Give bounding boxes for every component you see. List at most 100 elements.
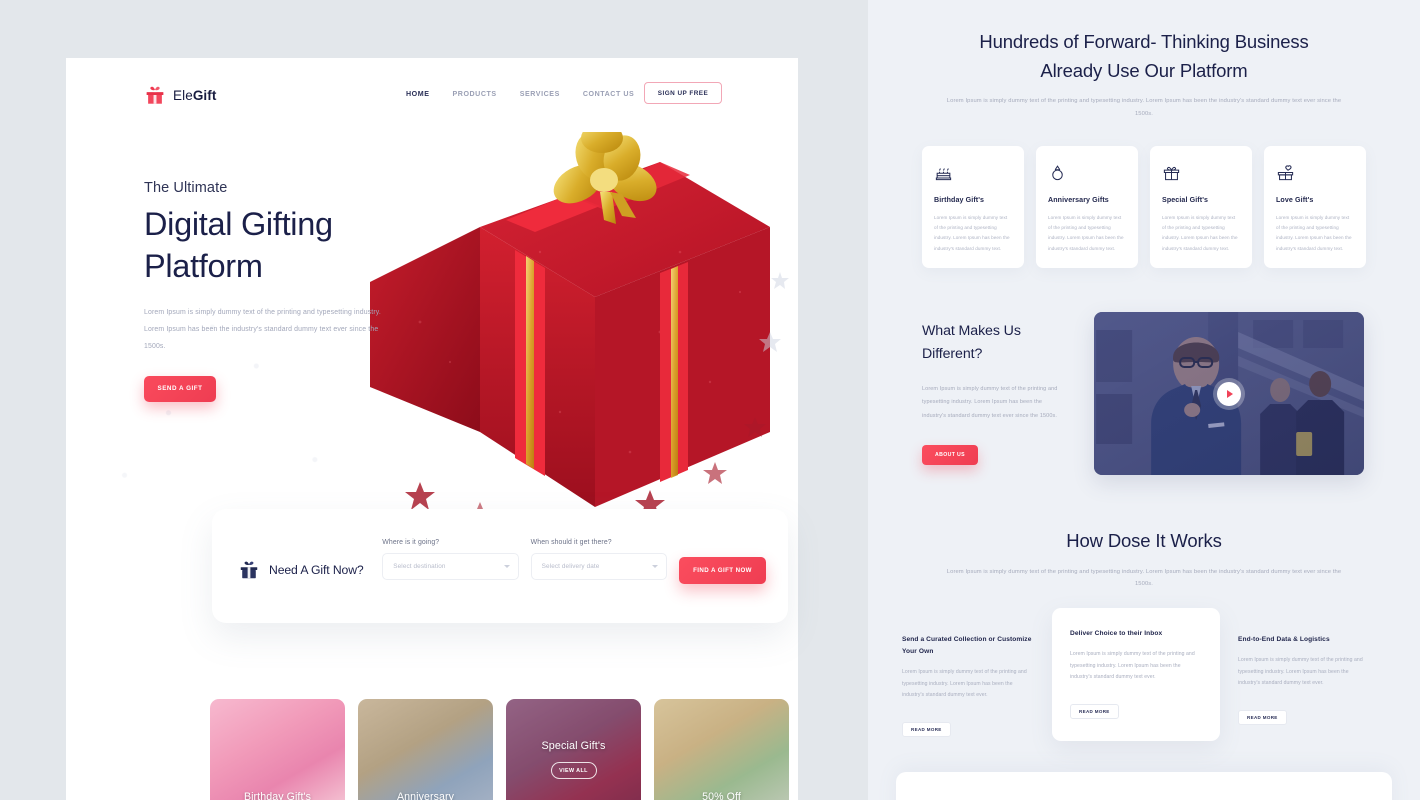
different-title-line-2: Different? (922, 346, 983, 363)
app-screen: EleGift HOME PRODUCTS SERVICES CONTACT U… (0, 0, 1420, 800)
play-button[interactable] (1216, 381, 1241, 406)
category-label: 50% Off (702, 791, 741, 800)
chevron-down-icon (503, 565, 510, 568)
birthday-cake-icon (934, 163, 1012, 184)
feature-title: Love Gift's (1276, 195, 1314, 204)
read-more-button[interactable]: READ MORE (902, 721, 951, 737)
view-all-button[interactable]: VIEW ALL (550, 762, 597, 779)
how-it-works-section: How Dose It Works Lorem Ipsum is simply … (868, 527, 1420, 753)
brand-name: EleGift (173, 87, 217, 103)
find-a-gift-now-button[interactable]: FIND A GIFT NOW (679, 557, 766, 584)
different-copy: What Makes Us Different? Lorem Ipsum is … (922, 312, 1068, 466)
category-card-anniversary[interactable]: Anniversary (358, 699, 493, 800)
platform-section: Hundreds of Forward- Thinking Business A… (868, 0, 1420, 268)
primary-nav: HOME PRODUCTS SERVICES CONTACT US (406, 90, 634, 98)
category-card-row: Birthday Gift's Anniversary Special Gift… (210, 699, 789, 800)
category-card-special[interactable]: Special Gift's VIEW ALL (506, 699, 641, 800)
chevron-down-icon (652, 565, 659, 568)
gift-box-icon (1162, 163, 1240, 184)
feature-card-row: Birthday Gift's Lorem Ipsum is simply du… (868, 145, 1420, 268)
next-section-card (896, 772, 1392, 800)
destination-label: Where is it going? (382, 539, 440, 546)
delivery-date-label: When should it get there? (530, 539, 612, 546)
category-label: Anniversary (396, 791, 455, 800)
read-more-button[interactable]: READ MORE (1238, 709, 1287, 725)
gift-present-icon (240, 561, 258, 579)
category-image (210, 699, 345, 800)
step-title: End-to-End Data & Logistics (1238, 636, 1330, 644)
hero-copy: The Ultimate Digital Gifting Platform Lo… (144, 180, 444, 402)
send-a-gift-button[interactable]: SEND A GIFT (144, 375, 216, 402)
feature-title: Special Gift's (1162, 195, 1209, 204)
platform-heading: Hundreds of Forward- Thinking Business A… (868, 28, 1420, 120)
hero-headline-line-1: Digital Gifting (144, 206, 333, 242)
need-a-gift-heading: Need A Gift Now? (238, 558, 382, 581)
feature-text: Lorem Ipsum is simply dummy text of the … (1048, 214, 1124, 251)
feature-card-special[interactable]: Special Gift's Lorem Ipsum is simply dum… (1150, 145, 1252, 268)
category-label: Birthday Gift's (243, 791, 312, 800)
step-card-curated-collection: Send a Curated Collection or Customize Y… (884, 616, 1052, 753)
about-us-button[interactable]: ABOUT US (922, 445, 978, 466)
category-image (358, 699, 493, 800)
delivery-date-field-group: When should it get there? Select deliver… (530, 539, 668, 580)
category-card-birthday[interactable]: Birthday Gift's (210, 699, 345, 800)
nav-item-contact-us[interactable]: CONTACT US (583, 90, 634, 98)
hero-headline: Digital Gifting Platform (144, 204, 444, 287)
feature-text: Lorem Ipsum is simply dummy text of the … (934, 214, 1010, 251)
step-text: Lorem Ipsum is simply dummy text of the … (1070, 651, 1195, 681)
platform-subtext: Lorem Ipsum is simply dummy text of the … (946, 98, 1342, 117)
brand-logo[interactable]: EleGift (144, 84, 216, 106)
step-card-deliver-choice: Deliver Choice to their Inbox Lorem Ipsu… (1052, 608, 1220, 741)
category-label: Special Gift's (541, 740, 606, 752)
hero-eyebrow: The Ultimate (144, 180, 228, 196)
how-it-works-subtext: Lorem Ipsum is simply dummy text of the … (946, 568, 1342, 587)
different-title: What Makes Us Different? (922, 320, 1068, 367)
nav-item-services[interactable]: SERVICES (520, 90, 560, 98)
category-card-discount[interactable]: 50% Off (654, 699, 789, 800)
video-thumbnail[interactable] (1093, 312, 1364, 475)
step-card-row: Send a Curated Collection or Customize Y… (868, 608, 1420, 753)
step-card-data-logistics: End-to-End Data & Logistics Lorem Ipsum … (1220, 616, 1388, 741)
left-preview-panel: EleGift HOME PRODUCTS SERVICES CONTACT U… (0, 0, 868, 800)
step-title: Deliver Choice to their Inbox (1070, 630, 1163, 638)
site-navbar: EleGift HOME PRODUCTS SERVICES CONTACT U… (66, 58, 798, 132)
different-text: Lorem Ipsum is simply dummy text of the … (922, 385, 1058, 419)
what-makes-us-different-section: What Makes Us Different? Lorem Ipsum is … (868, 312, 1420, 475)
category-image (654, 699, 789, 800)
how-it-works-heading: How Dose It Works Lorem Ipsum is simply … (868, 527, 1420, 590)
step-title: Send a Curated Collection or Customize Y… (902, 636, 1032, 656)
gift-search-card: Need A Gift Now? Where is it going? Sele… (212, 509, 788, 623)
right-preview-panel: Hundreds of Forward- Thinking Business A… (868, 0, 1420, 800)
gift-logo-icon (146, 86, 164, 104)
how-it-works-title: How Dose It Works (1066, 530, 1222, 551)
feature-title: Anniversary Gifts (1048, 195, 1109, 204)
destination-field-group: Where is it going? Select destination (382, 539, 519, 580)
feature-title: Birthday Gift's (934, 195, 985, 204)
nav-item-home[interactable]: HOME (406, 90, 429, 98)
destination-placeholder: Select destination (393, 563, 446, 570)
feature-card-birthday[interactable]: Birthday Gift's Lorem Ipsum is simply du… (922, 145, 1024, 268)
sign-up-free-button[interactable]: SIGN UP FREE (644, 82, 722, 104)
love-gift-icon (1276, 163, 1354, 184)
hero-subtext: Lorem Ipsum is simply dummy text of the … (144, 309, 381, 350)
feature-text: Lorem Ipsum is simply dummy text of the … (1276, 214, 1352, 251)
destination-select[interactable]: Select destination (382, 553, 519, 580)
platform-title-line-1: Hundreds of Forward- Thinking Business (979, 31, 1309, 52)
play-triangle-icon (1226, 389, 1233, 398)
platform-title-line-2: Already Use Our Platform (1040, 59, 1248, 81)
delivery-date-placeholder: Select delivery date (541, 563, 600, 570)
diamond-ring-icon (1048, 163, 1126, 184)
landing-page-sheet: EleGift HOME PRODUCTS SERVICES CONTACT U… (66, 58, 798, 800)
feature-text: Lorem Ipsum is simply dummy text of the … (1162, 214, 1238, 251)
read-more-button[interactable]: READ MORE (1070, 703, 1119, 719)
hero-section: The Ultimate Digital Gifting Platform Lo… (66, 132, 798, 522)
hero-headline-line-2: Platform (144, 247, 263, 284)
step-text: Lorem Ipsum is simply dummy text of the … (902, 669, 1027, 699)
nav-item-products[interactable]: PRODUCTS (452, 90, 496, 98)
delivery-date-select[interactable]: Select delivery date (530, 553, 668, 580)
step-text: Lorem Ipsum is simply dummy text of the … (1238, 657, 1363, 687)
feature-card-love[interactable]: Love Gift's Lorem Ipsum is simply dummy … (1264, 145, 1366, 268)
feature-card-anniversary[interactable]: Anniversary Gifts Lorem Ipsum is simply … (1036, 145, 1138, 268)
different-title-line-1: What Makes Us (922, 323, 1021, 339)
need-a-gift-label: Need A Gift Now? (269, 562, 364, 577)
